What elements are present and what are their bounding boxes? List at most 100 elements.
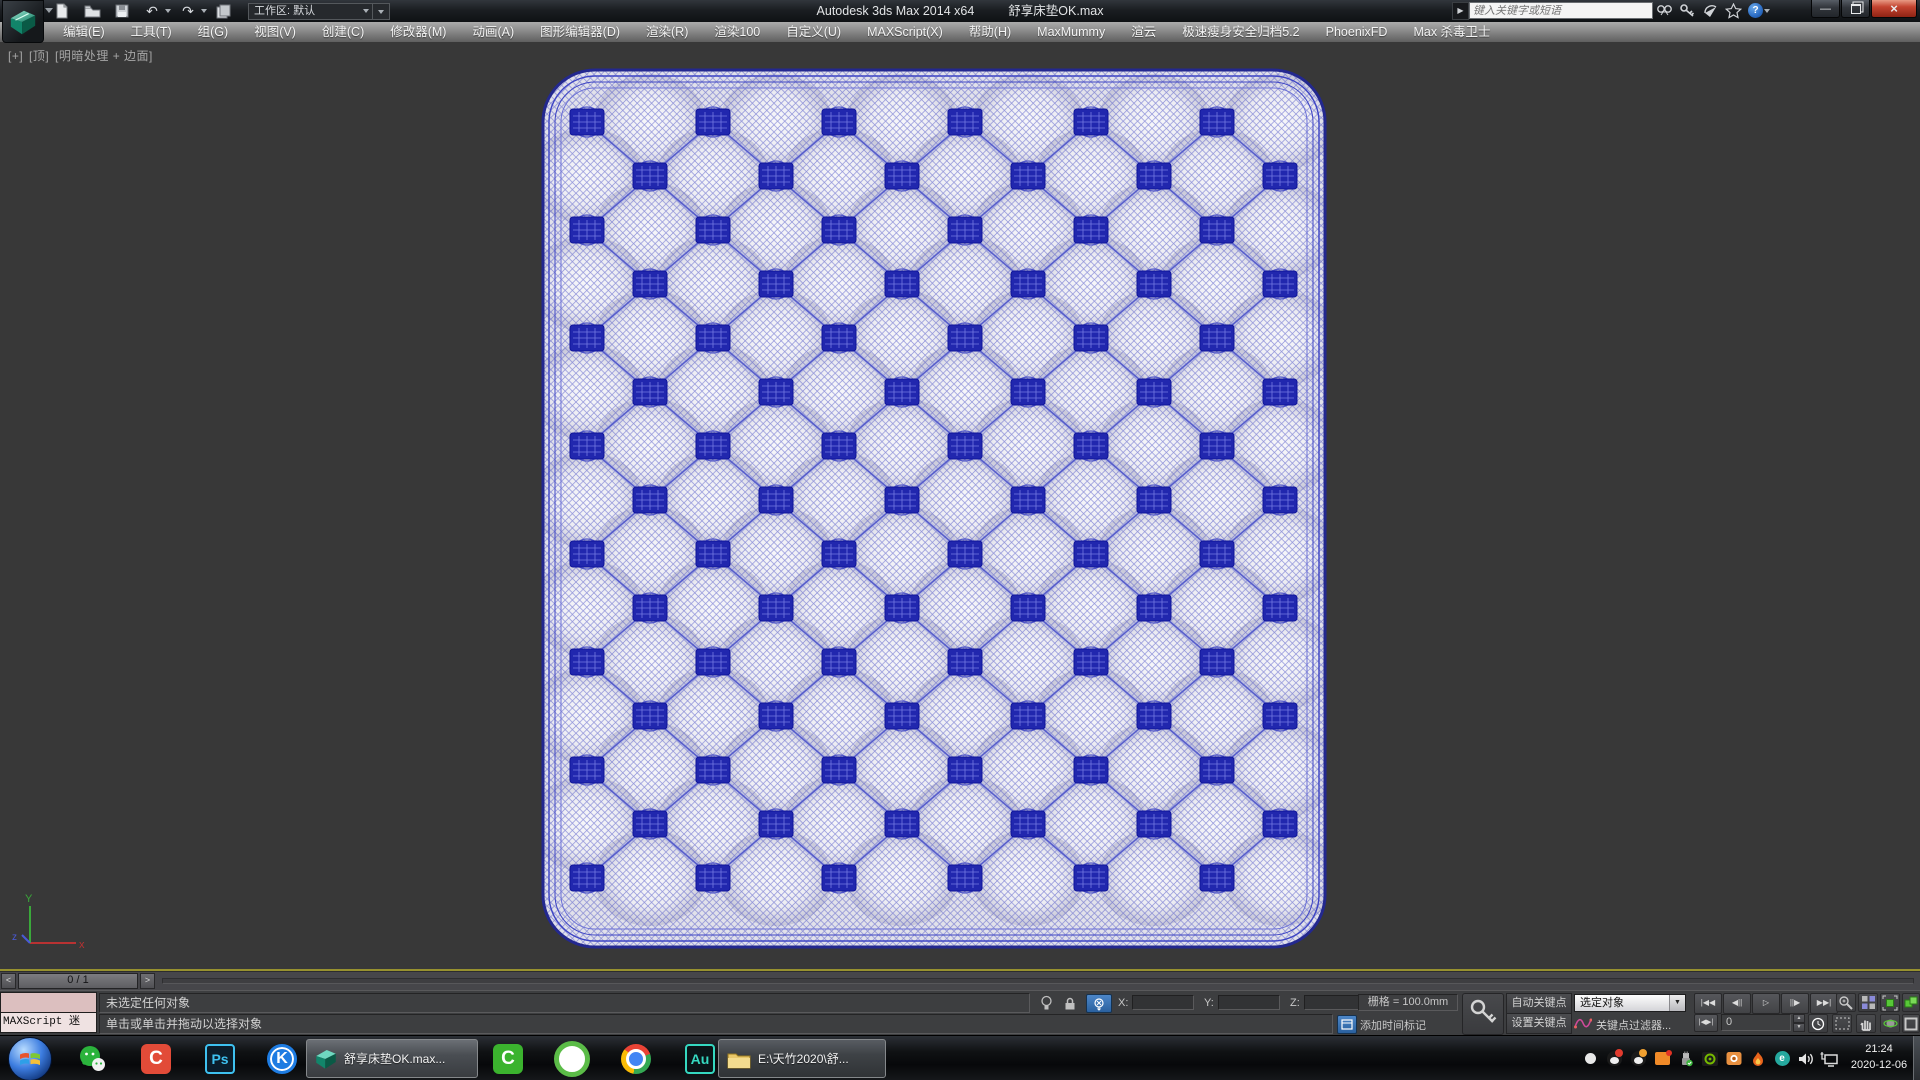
time-tag-button[interactable]	[1337, 1015, 1357, 1034]
menu-item-2[interactable]: 组(G)	[185, 22, 242, 42]
maxscript-macro-recorder-pane[interactable]	[0, 992, 97, 1013]
set-key-big-button[interactable]	[1462, 993, 1504, 1035]
taskbar-app-k-player[interactable]: K	[262, 1040, 302, 1078]
tray-network[interactable]	[1818, 1048, 1842, 1070]
orbit-button[interactable]	[1880, 1014, 1900, 1033]
spinner-up-icon[interactable]: ▲	[1793, 1014, 1805, 1023]
set-key-button[interactable]: 设置关键点	[1506, 1013, 1572, 1034]
time-slider-track[interactable]	[162, 978, 1914, 984]
zoom-region-button[interactable]	[1832, 1014, 1852, 1033]
tray-wangwang[interactable]	[1650, 1048, 1674, 1070]
tray-input-indicator[interactable]	[1578, 1048, 1602, 1070]
menu-item-6[interactable]: 动画(A)	[459, 22, 527, 42]
workspace-dropdown[interactable]: 工作区: 默认	[248, 3, 373, 20]
go-to-end-button[interactable]: ▶▶|	[1810, 993, 1838, 1014]
auto-key-button[interactable]: 自动关键点	[1506, 993, 1572, 1014]
undo-button[interactable]: ↶	[140, 2, 171, 20]
new-file-button[interactable]	[50, 2, 74, 20]
taskbar-app-wechat[interactable]	[72, 1040, 112, 1078]
menu-item-10[interactable]: 自定义(U)	[773, 22, 854, 42]
spinner-down-icon[interactable]: ▼	[1793, 1023, 1805, 1032]
favorites-star-icon[interactable]	[1722, 2, 1745, 19]
key-mode-toggle[interactable]: |◀▶|	[1694, 1014, 1718, 1032]
search-input[interactable]	[1469, 2, 1653, 19]
key-filters-button[interactable]: 关键点过滤器...	[1596, 1017, 1671, 1033]
y-coordinate-field[interactable]	[1218, 995, 1280, 1010]
taskbar-window-explorer[interactable]: E:\天竹2020\舒...	[718, 1039, 886, 1078]
isolate-selection-toggle[interactable]	[1038, 995, 1054, 1011]
maxscript-mini-listener[interactable]: MAXScript 迷	[0, 992, 97, 1034]
next-frame-arrow-button[interactable]: >	[140, 973, 155, 989]
taskbar-app-photoshop[interactable]: Ps	[200, 1040, 240, 1078]
current-frame-field[interactable]: 0	[1721, 1014, 1791, 1031]
viewport-top[interactable]: xYz [+] [顶] [明暗处理 + 边面]	[0, 42, 1920, 971]
menu-item-14[interactable]: 渲云	[1118, 22, 1169, 42]
z-coordinate-field[interactable]	[1304, 995, 1366, 1010]
viewport-menu-view[interactable]: [顶]	[29, 49, 49, 63]
pan-view-button[interactable]	[1856, 1014, 1876, 1033]
menu-item-13[interactable]: MaxMummy	[1024, 22, 1118, 42]
time-configuration-button[interactable]	[1808, 1014, 1828, 1033]
taskbar-app-browser-360[interactable]	[552, 1040, 592, 1078]
frame-spinner[interactable]: ▲ ▼	[1793, 1014, 1805, 1031]
communication-center-icon[interactable]	[1699, 2, 1722, 19]
close-button[interactable]: ×	[1871, 0, 1917, 18]
menu-item-1[interactable]: 工具(T)	[118, 22, 185, 42]
subscription-key-icon[interactable]	[1676, 2, 1699, 19]
taskbar-app-chrome[interactable]	[616, 1040, 656, 1078]
save-file-button[interactable]	[110, 2, 134, 20]
toolbar-flyout-button[interactable]	[372, 3, 390, 20]
zoom-tool-button[interactable]	[1836, 993, 1856, 1012]
open-file-button[interactable]	[80, 2, 104, 20]
minimize-button[interactable]: —	[1811, 0, 1840, 18]
x-coordinate-field[interactable]	[1132, 995, 1194, 1010]
next-frame-button[interactable]: ||▶	[1781, 993, 1809, 1014]
application-menu-button[interactable]	[2, 0, 44, 43]
infocenter-arrow-button[interactable]: ▶	[1452, 2, 1469, 20]
tray-eset-antivirus[interactable]: e	[1770, 1048, 1794, 1070]
previous-frame-button[interactable]: ◀||	[1723, 993, 1751, 1014]
menu-item-15[interactable]: 极速瘦身安全归档5.2	[1169, 22, 1312, 42]
play-button[interactable]: ▷	[1752, 993, 1780, 1014]
menu-item-16[interactable]: PhoenixFD	[1313, 22, 1401, 42]
redo-caret-icon[interactable]	[201, 9, 207, 13]
menu-item-11[interactable]: MAXScript(X)	[854, 22, 956, 42]
tray-qq-2[interactable]	[1626, 1048, 1650, 1070]
taskbar-clock[interactable]: 21:24 2020-12-06	[1846, 1041, 1912, 1073]
tray-volume[interactable]	[1794, 1048, 1818, 1070]
help-button[interactable]: ?	[1745, 2, 1773, 19]
time-slider-thumb[interactable]: 0 / 1	[18, 973, 138, 989]
tray-screen-capture[interactable]	[1722, 1048, 1746, 1070]
menu-item-8[interactable]: 渲染(R)	[633, 22, 701, 42]
tray-huorong-security[interactable]	[1746, 1048, 1770, 1070]
restore-button[interactable]	[1841, 0, 1870, 18]
menu-item-3[interactable]: 视图(V)	[241, 22, 309, 42]
menu-item-5[interactable]: 修改器(M)	[377, 22, 459, 42]
zoom-all-button[interactable]	[1858, 993, 1878, 1012]
menu-item-12[interactable]: 帮助(H)	[956, 22, 1024, 42]
menu-item-17[interactable]: Max 杀毒卫士	[1400, 22, 1503, 42]
redo-button[interactable]: ↷	[176, 2, 207, 20]
selection-set-dropdown[interactable]: 选定对象 ▼	[1574, 994, 1686, 1012]
undo-caret-icon[interactable]	[165, 9, 171, 13]
taskbar-active-window-3dsmax[interactable]: 舒享床垫OK.max...	[306, 1039, 478, 1078]
go-to-start-button[interactable]: |◀◀	[1694, 993, 1722, 1014]
start-button[interactable]	[8, 1037, 52, 1080]
taskbar-app-camtasia-recorder[interactable]: C	[136, 1040, 176, 1078]
zoom-extents-all-button[interactable]	[1902, 993, 1920, 1012]
tray-qq-1[interactable]	[1602, 1048, 1626, 1070]
taskbar-app-audition[interactable]: Au	[680, 1040, 720, 1078]
maximize-viewport-toggle[interactable]	[1902, 1014, 1920, 1033]
viewport-menu-plus[interactable]: [+]	[8, 49, 23, 63]
previous-frame-arrow-button[interactable]: <	[1, 973, 16, 989]
viewport-menu-shading[interactable]: [明暗处理 + 边面]	[55, 49, 153, 63]
add-time-tag-label[interactable]: 添加时间标记	[1360, 1017, 1426, 1033]
menu-item-0[interactable]: 编辑(E)	[50, 22, 118, 42]
search-icon[interactable]	[1653, 2, 1676, 19]
zoom-extents-button[interactable]	[1880, 993, 1900, 1012]
show-desktop-button[interactable]	[1913, 1036, 1920, 1080]
maxscript-listener-pane[interactable]: MAXScript 迷	[0, 1013, 97, 1033]
viewport-model-mattress[interactable]: xYz	[0, 42, 1920, 971]
tray-usb-device[interactable]	[1674, 1048, 1698, 1070]
menu-item-9[interactable]: 渲染100	[701, 22, 773, 42]
